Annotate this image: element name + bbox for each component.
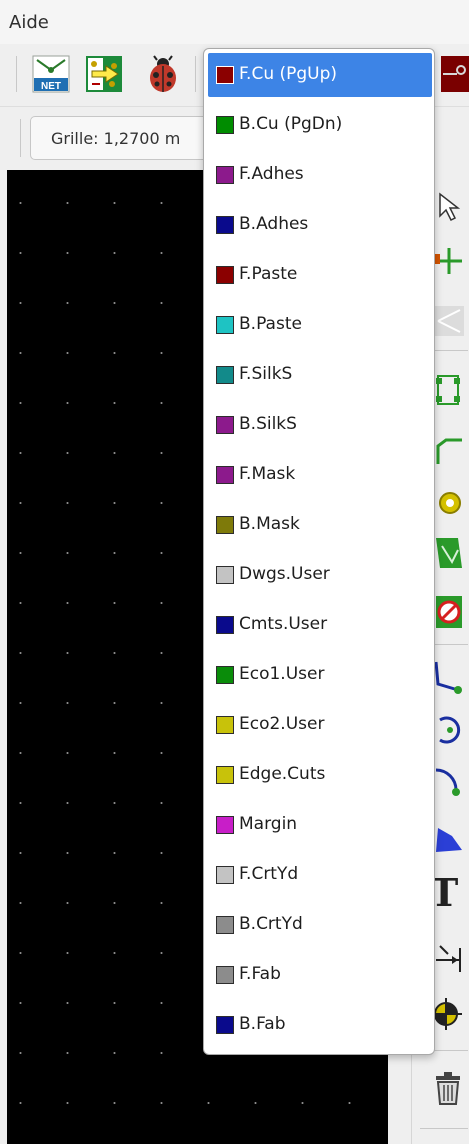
toolbar-separator <box>420 1128 468 1129</box>
layer-option-label: F.SilkS <box>239 364 293 384</box>
layer-option-label: F.Cu (PgUp) <box>239 64 338 84</box>
layer-option-label: F.Paste <box>239 264 298 284</box>
layer-color-swatch <box>216 616 234 634</box>
delete-trash-icon[interactable] <box>432 1068 464 1108</box>
layer-color-swatch <box>216 816 234 834</box>
layer-option[interactable]: B.SilkS <box>208 403 432 447</box>
layer-color-swatch <box>216 516 234 534</box>
draw-circle-icon[interactable] <box>432 710 464 750</box>
layer-option[interactable]: F.Fab <box>208 953 432 997</box>
layer-color-swatch <box>216 1016 234 1034</box>
svg-text:NET: NET <box>41 81 61 92</box>
layer-color-swatch <box>216 666 234 684</box>
layer-option[interactable]: Cmts.User <box>208 603 432 647</box>
layer-option-label: B.Cu (PgDn) <box>239 114 343 134</box>
layer-option-label: B.CrtYd <box>239 914 303 934</box>
layer-option[interactable]: Dwgs.User <box>208 553 432 597</box>
layer-option[interactable]: Edge.Cuts <box>208 753 432 797</box>
grid-origin-icon[interactable] <box>432 994 464 1034</box>
layer-option-label: B.Adhes <box>239 214 309 234</box>
update-pcb-icon[interactable] <box>84 54 124 94</box>
draw-arc-icon[interactable] <box>432 762 464 802</box>
layer-option-label: Cmts.User <box>239 614 328 634</box>
menu-aide[interactable]: Aide <box>9 12 49 33</box>
layer-color-swatch <box>216 316 234 334</box>
netlist-icon[interactable]: NET <box>31 54 71 94</box>
layer-option[interactable]: F.Cu (PgUp) <box>208 53 432 97</box>
layer-color-swatch <box>216 466 234 484</box>
layer-color-swatch <box>216 416 234 434</box>
grid-select-value: Grille: 1,2700 m <box>51 129 181 148</box>
route-track-icon[interactable] <box>434 436 464 466</box>
layer-option-label: B.Fab <box>239 1014 286 1034</box>
layer-option-label: Edge.Cuts <box>239 764 326 784</box>
toolbar-separator <box>16 56 17 92</box>
layer-option-label: Dwgs.User <box>239 564 330 584</box>
local-ratsnest-icon[interactable] <box>434 304 464 338</box>
layer-option-label: F.CrtYd <box>239 864 299 884</box>
layer-color-swatch <box>216 966 234 984</box>
layer-option-label: Margin <box>239 814 298 834</box>
layer-option-label: F.Mask <box>239 464 296 484</box>
layer-option[interactable]: F.Adhes <box>208 153 432 197</box>
highlight-net-icon[interactable] <box>434 246 464 276</box>
layer-option[interactable]: B.Adhes <box>208 203 432 247</box>
layer-option[interactable]: Margin <box>208 803 432 847</box>
layer-color-swatch <box>216 566 234 584</box>
layer-option[interactable]: F.Mask <box>208 453 432 497</box>
layer-option[interactable]: B.Fab <box>208 1003 432 1047</box>
toolbar-separator <box>195 56 196 92</box>
draw-polygon-icon[interactable] <box>432 818 464 858</box>
menu-bar: Aide <box>0 0 469 44</box>
toolbar-separator <box>20 119 21 157</box>
layer-option-label: Eco2.User <box>239 714 325 734</box>
layer-option[interactable]: F.CrtYd <box>208 853 432 897</box>
layer-option-label: Eco1.User <box>239 664 325 684</box>
layer-color-swatch <box>216 166 234 184</box>
layer-option-label: F.Fab <box>239 964 281 984</box>
layer-color-swatch <box>216 366 234 384</box>
draw-line-icon[interactable] <box>432 656 464 696</box>
layer-option[interactable]: Eco2.User <box>208 703 432 747</box>
layer-option-label: B.SilkS <box>239 414 297 434</box>
layer-color-swatch <box>216 266 234 284</box>
layer-option[interactable]: F.Paste <box>208 253 432 297</box>
layer-option[interactable]: B.Cu (PgDn) <box>208 103 432 147</box>
layer-option[interactable]: Eco1.User <box>208 653 432 697</box>
layer-color-swatch <box>216 866 234 884</box>
layer-option-label: B.Mask <box>239 514 300 534</box>
select-arrow-icon[interactable] <box>436 190 460 224</box>
layer-option-label: F.Adhes <box>239 164 304 184</box>
layer-color-swatch <box>216 216 234 234</box>
layer-color-swatch <box>216 916 234 934</box>
keepout-area-icon[interactable] <box>434 592 464 632</box>
layer-option[interactable]: F.SilkS <box>208 353 432 397</box>
layer-option[interactable]: B.Paste <box>208 303 432 347</box>
ladybug-icon[interactable] <box>145 54 181 94</box>
layer-color-swatch <box>216 66 234 84</box>
route-track-icon[interactable] <box>441 56 469 92</box>
add-zone-icon[interactable] <box>434 532 464 572</box>
layer-color-swatch <box>216 116 234 134</box>
add-via-icon[interactable] <box>434 488 464 518</box>
layer-option-label: B.Paste <box>239 314 302 334</box>
layer-color-swatch <box>216 766 234 784</box>
layer-option[interactable]: B.CrtYd <box>208 903 432 947</box>
layer-color-swatch <box>216 716 234 734</box>
add-footprint-icon[interactable] <box>434 370 464 410</box>
layer-option[interactable]: B.Mask <box>208 503 432 547</box>
layer-dropdown-list[interactable]: F.Cu (PgUp) B.Cu (PgDn) F.Adhes B.Adhes F.Pa… <box>203 48 435 1055</box>
add-dimension-icon[interactable] <box>432 936 464 976</box>
